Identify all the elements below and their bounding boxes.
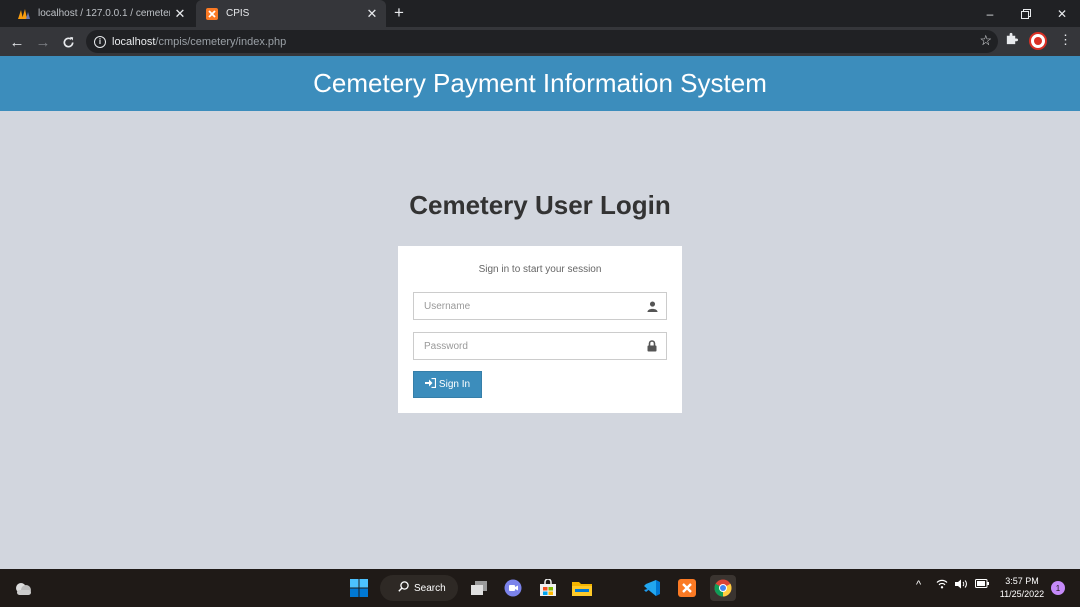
weather-icon[interactable] xyxy=(12,577,34,599)
profile-avatar[interactable] xyxy=(1029,32,1047,50)
taskbar-search[interactable]: Search xyxy=(380,575,458,601)
tab-title: CPIS xyxy=(226,8,250,19)
new-tab-icon[interactable]: + xyxy=(394,3,404,23)
search-label: Search xyxy=(414,582,446,594)
browser-tab-strip: localhost / 127.0.0.1 / cemetery / ✕ CPI… xyxy=(0,0,1080,27)
password-field xyxy=(413,332,667,360)
url-host: localhost xyxy=(112,35,156,48)
site-info-icon[interactable]: i xyxy=(94,35,106,48)
username-input[interactable] xyxy=(414,300,638,312)
taskbar-clock[interactable]: 3:57 PM 11/25/2022 xyxy=(996,575,1048,601)
lock-icon xyxy=(638,340,666,352)
notification-badge[interactable]: 1 xyxy=(1051,581,1065,595)
address-bar[interactable]: i localhost/cmpis/cemetery/index.php ☆ xyxy=(86,30,998,53)
file-explorer-icon[interactable] xyxy=(571,577,593,599)
show-hidden-icons-icon[interactable]: ^ xyxy=(916,579,921,591)
username-field xyxy=(413,292,667,320)
vscode-icon[interactable] xyxy=(641,577,663,599)
phpmyadmin-icon xyxy=(17,7,31,21)
volume-icon[interactable] xyxy=(955,579,969,592)
teams-chat-icon[interactable] xyxy=(502,577,524,599)
sign-in-button[interactable]: Sign In xyxy=(413,371,482,398)
chrome-taskbar-icon[interactable] xyxy=(710,575,736,601)
login-box: Sign in to start your session Sign In xyxy=(398,246,682,413)
browser-toolbar: ← → i localhost/cmpis/cemetery/index.php… xyxy=(0,27,1080,56)
windows-start-icon[interactable] xyxy=(348,577,370,599)
close-tab-icon[interactable]: ✕ xyxy=(170,6,190,22)
forward-icon[interactable]: → xyxy=(32,31,54,53)
page-header: Cemetery Payment Information System xyxy=(0,56,1080,111)
extensions-icon[interactable] xyxy=(1005,32,1018,48)
clock-date: 11/25/2022 xyxy=(999,589,1045,599)
tab-title: localhost / 127.0.0.1 / cemetery / xyxy=(38,8,170,19)
clock-time: 3:57 PM xyxy=(1005,576,1039,586)
sign-in-icon xyxy=(424,377,437,391)
task-view-icon[interactable] xyxy=(468,577,490,599)
login-title: Cemetery User Login xyxy=(409,190,671,220)
minimize-icon[interactable]: – xyxy=(972,0,1008,27)
url-path: /cmpis/cemetery/index.php xyxy=(155,35,287,48)
user-icon xyxy=(638,300,666,312)
battery-icon[interactable] xyxy=(975,579,989,591)
tab-cpis[interactable]: CPIS ✕ xyxy=(196,0,386,27)
close-window-icon[interactable]: ✕ xyxy=(1044,0,1080,27)
xampp-icon xyxy=(205,7,219,21)
microsoft-store-icon[interactable] xyxy=(537,577,559,599)
search-icon xyxy=(398,581,409,595)
system-title: Cemetery Payment Information System xyxy=(313,68,767,98)
wifi-icon[interactable] xyxy=(936,579,948,592)
back-icon[interactable]: ← xyxy=(6,31,28,53)
tab-phpmyadmin[interactable]: localhost / 127.0.0.1 / cemetery / ✕ xyxy=(8,0,194,27)
login-message: Sign in to start your session xyxy=(478,264,602,275)
taskbar: Search ^ 3:57 PM 11/25/2022 1 xyxy=(0,569,1080,607)
bookmark-star-icon[interactable]: ☆ xyxy=(979,32,992,49)
reload-icon[interactable] xyxy=(57,31,79,53)
sign-in-label: Sign In xyxy=(438,379,471,390)
close-tab-icon[interactable]: ✕ xyxy=(362,6,382,22)
xampp-taskbar-icon[interactable] xyxy=(676,577,698,599)
menu-icon[interactable]: ⋮ xyxy=(1059,32,1072,48)
url-text: localhost/cmpis/cemetery/index.php xyxy=(112,36,286,48)
restore-icon[interactable] xyxy=(1008,0,1044,27)
password-input[interactable] xyxy=(414,340,638,352)
